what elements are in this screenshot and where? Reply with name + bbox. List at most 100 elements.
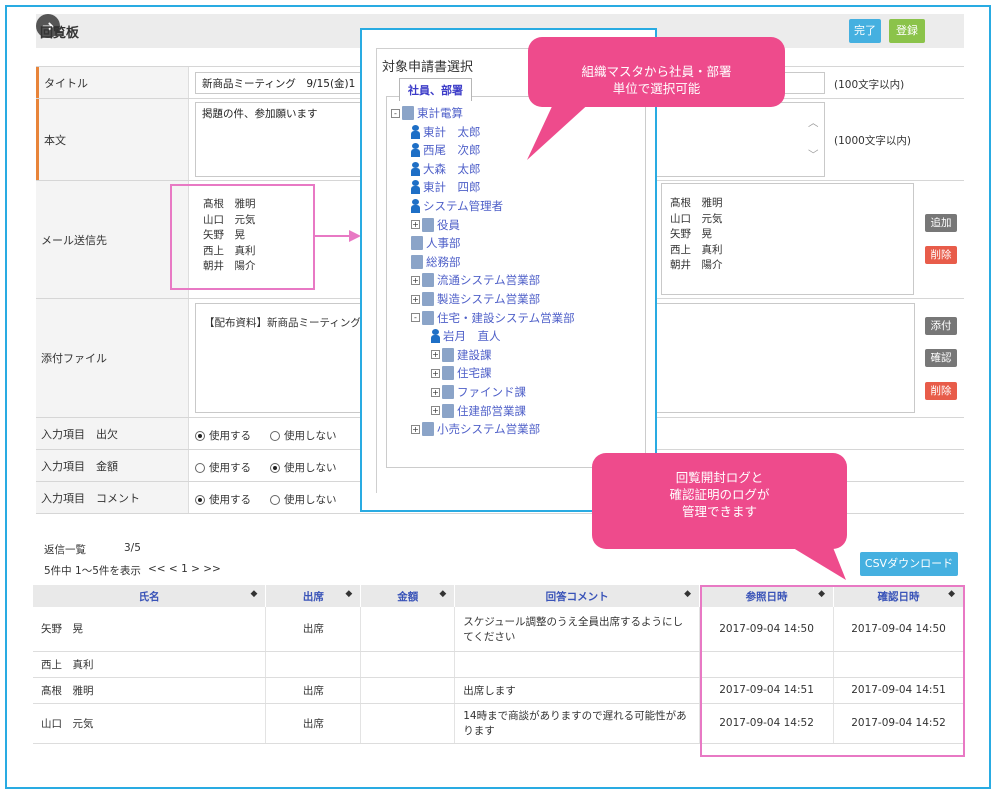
scroll-up-icon[interactable]: ︿ <box>808 115 819 130</box>
radio-icon <box>270 430 280 441</box>
person-icon <box>411 143 420 158</box>
tree-label: 東計電算 <box>417 106 463 120</box>
comment-label: 入力項目 コメント <box>36 482 189 513</box>
selected-item[interactable]: 朝井 陽介 <box>670 258 905 274</box>
body-label: 本文 <box>36 99 189 180</box>
tree-org-item[interactable]: - 東計電算 <box>391 105 463 121</box>
comment-nouse-radio[interactable]: 使用しない <box>270 492 337 507</box>
cell-att: 出席 <box>265 703 362 744</box>
register-button[interactable]: 登録 <box>889 19 925 43</box>
tree-label: 建設課 <box>457 347 492 362</box>
collapse-icon[interactable]: - <box>391 108 400 118</box>
tree-org-item[interactable]: + 役員 <box>411 217 460 233</box>
amount-use-radio[interactable]: 使用する <box>195 460 251 475</box>
selected-item[interactable]: 矢野 晃 <box>670 227 905 243</box>
tree-label: 東計 太郎 <box>423 124 481 139</box>
cell-amt <box>360 677 456 704</box>
callout-tail-bottom <box>780 540 846 580</box>
cell-att: 出席 <box>265 607 362 652</box>
replies-count: 3/5 <box>124 542 141 554</box>
sort-icon[interactable]: ◆ <box>250 589 257 599</box>
radio-label: 使用しない <box>284 462 337 474</box>
tree-org-item[interactable]: 人事部 <box>411 235 461 251</box>
collapse-icon[interactable]: - <box>411 313 420 323</box>
selected-item[interactable]: 山口 元気 <box>670 212 905 228</box>
cell-amt <box>360 703 456 744</box>
expand-icon[interactable]: + <box>431 406 440 416</box>
delete-recipient-button[interactable]: 削除 <box>925 246 957 264</box>
col-amount[interactable]: 金額 ◆ <box>360 585 456 607</box>
radio-checked-icon <box>195 430 205 441</box>
tab-employee-department[interactable]: 社員、部署 <box>399 78 472 101</box>
sort-icon[interactable]: ◆ <box>439 589 446 599</box>
csv-download-button[interactable]: CSVダウンロード <box>860 552 958 576</box>
cell-att: 出席 <box>265 677 362 704</box>
tree-person-item[interactable]: 岩月 直人 <box>431 328 501 344</box>
callout-tail <box>527 100 593 160</box>
attendance-nouse-radio[interactable]: 使用しない <box>270 428 337 443</box>
cell-name: 髙根 雅明 <box>33 677 267 704</box>
amount-label: 入力項目 金額 <box>36 450 189 481</box>
col-name[interactable]: 氏名 ◆ <box>33 585 267 607</box>
tree-person-item[interactable]: システム管理者 <box>411 198 503 214</box>
col-comment[interactable]: 回答コメント ◆ <box>454 585 701 607</box>
tree-person-item[interactable]: 大森 太郎 <box>411 161 481 177</box>
attendance-use-radio[interactable]: 使用する <box>195 428 251 443</box>
add-recipient-button[interactable]: 追加 <box>925 214 957 232</box>
selected-item[interactable]: 髙根 雅明 <box>670 196 905 212</box>
tree-label: 総務部 <box>426 254 461 269</box>
cell-comment: 14時まで商談がありますので遅れる可能性があります <box>454 703 701 744</box>
pointer-arrow-icon <box>315 230 361 242</box>
expand-icon[interactable]: + <box>411 424 420 434</box>
tree-org-item[interactable]: 総務部 <box>411 254 461 270</box>
cell-amt <box>360 651 456 678</box>
expand-icon[interactable]: + <box>411 220 420 230</box>
callout-log-management: 回覧開封ログと 確認証明のログが 管理できます <box>592 453 847 549</box>
person-icon <box>431 329 440 344</box>
col-attendance[interactable]: 出席 ◆ <box>265 585 362 607</box>
expand-icon[interactable]: + <box>431 350 440 360</box>
building-icon <box>442 366 454 381</box>
expand-icon[interactable]: + <box>411 275 420 285</box>
tree-org-item[interactable]: + ファインド課 <box>431 384 526 400</box>
delete-attach-button[interactable]: 削除 <box>925 382 957 400</box>
radio-checked-icon <box>195 494 205 505</box>
sort-icon[interactable]: ◆ <box>345 589 352 599</box>
person-icon <box>411 161 420 176</box>
radio-checked-icon <box>270 462 280 473</box>
expand-icon[interactable]: + <box>431 368 440 378</box>
tree-org-item[interactable]: + 住宅課 <box>431 365 492 381</box>
done-button[interactable]: 完了 <box>849 19 881 43</box>
radio-label: 使用する <box>209 430 251 442</box>
attach-button[interactable]: 添付 <box>925 317 957 335</box>
callout-line: 管理できます <box>681 504 757 519</box>
selected-item[interactable]: 西上 真利 <box>670 243 905 259</box>
comment-use-radio[interactable]: 使用する <box>195 492 251 507</box>
page-title: 回覧板 <box>40 26 80 41</box>
expand-icon[interactable]: + <box>431 387 440 397</box>
tree-person-item[interactable]: 東計 四郎 <box>411 179 481 195</box>
tree-org-item[interactable]: + 小売システム営業部 <box>411 421 540 437</box>
tree-label: 住宅・建設システム営業部 <box>437 310 575 325</box>
pager[interactable]: << < 1 > >> <box>148 563 221 575</box>
building-icon <box>442 347 454 362</box>
tree-org-item[interactable]: + 建設課 <box>431 347 492 363</box>
tree-org-item[interactable]: + 住建部営業課 <box>431 403 526 419</box>
building-icon <box>422 273 434 288</box>
building-icon <box>442 385 454 399</box>
confirm-button[interactable]: 確認 <box>925 349 957 367</box>
amount-nouse-radio[interactable]: 使用しない <box>270 460 337 475</box>
radio-label: 使用しない <box>284 430 337 442</box>
person-icon <box>411 199 420 213</box>
sort-icon[interactable]: ◆ <box>684 589 691 599</box>
tree-org-item[interactable]: - 住宅・建設システム営業部 <box>411 310 575 326</box>
tree-label: 東計 四郎 <box>423 180 481 195</box>
tree-person-item[interactable]: 西尾 次郎 <box>411 142 481 158</box>
scroll-down-icon[interactable]: ﹀ <box>808 147 819 162</box>
tree-org-item[interactable]: + 製造システム営業部 <box>411 291 540 307</box>
expand-icon[interactable]: + <box>411 294 420 304</box>
org-tree-panel[interactable]: 社員、部署 - 東計電算東計 太郎西尾 次郎大森 太郎東計 四郎システム管理者 + 役… <box>386 78 646 468</box>
tree-org-item[interactable]: + 流通システム営業部 <box>411 272 540 288</box>
selected-recipient-list[interactable]: 髙根 雅明 山口 元気 矢野 晃 西上 真利 朝井 陽介 <box>661 183 914 295</box>
tree-person-item[interactable]: 東計 太郎 <box>411 124 481 140</box>
